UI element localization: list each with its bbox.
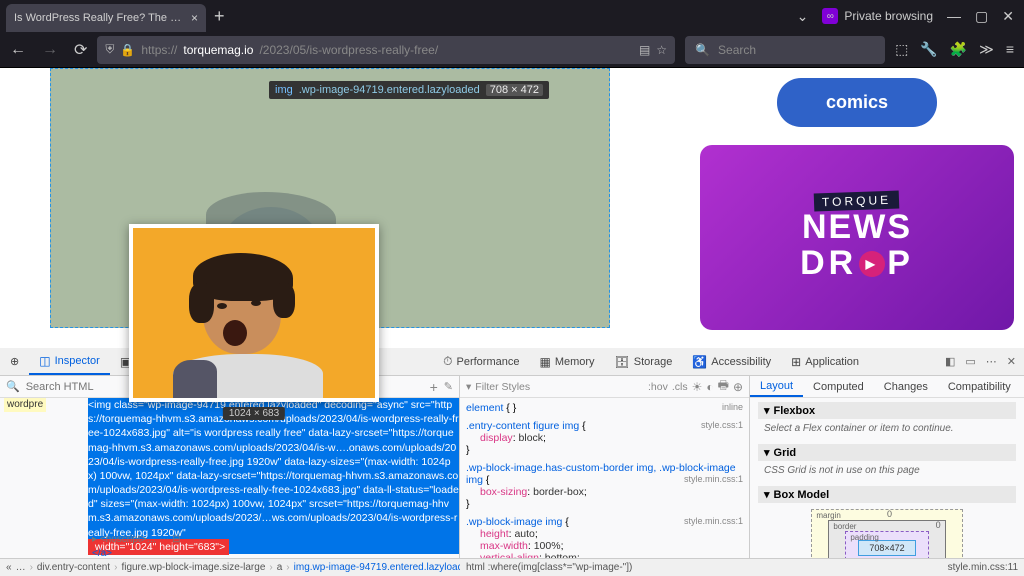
tab-application[interactable]: ⊞Application: [781, 348, 869, 375]
new-tab-button[interactable]: +: [214, 6, 225, 27]
layout-tab-compatibility[interactable]: Compatibility: [938, 376, 1021, 397]
reader-icon[interactable]: ▤: [639, 43, 650, 57]
cls-toggle[interactable]: .cls: [672, 381, 688, 393]
close-window-button[interactable]: ✕: [1002, 8, 1014, 25]
maximize-button[interactable]: ▢: [975, 8, 988, 25]
dock-icon[interactable]: ◧: [945, 355, 955, 368]
styles-panel: ▾ Filter Styles :hov .cls ☀ ◐ 🖶 ⊕ elemen…: [460, 376, 750, 576]
layout-tab-computed[interactable]: Computed: [803, 376, 874, 397]
breadcrumb-item[interactable]: div.entry-content: [37, 562, 110, 573]
hov-toggle[interactable]: :hov: [648, 381, 668, 393]
tab-memory[interactable]: ▦Memory: [529, 348, 604, 375]
lock-icon[interactable]: 🔒: [120, 43, 135, 57]
back-button[interactable]: ←: [10, 41, 26, 59]
html-panel: 🔍 + ✎ wordpre <img class="wp-image-94719…: [0, 376, 460, 576]
grid-header[interactable]: ▾ Grid: [758, 444, 1016, 461]
funnel-icon[interactable]: ▾: [466, 381, 471, 393]
extension-icon[interactable]: ⬚: [895, 41, 908, 58]
private-browsing-badge: ∞ Private browsing: [822, 8, 933, 24]
inspector-element-tooltip: img.wp-image-94719.entered.lazyloaded 70…: [269, 81, 549, 99]
tab-inspector[interactable]: ◫Inspector: [29, 348, 110, 375]
close-tab-icon[interactable]: ×: [191, 11, 198, 25]
css-rule[interactable]: .wp-block-image.has-custom-border img, .…: [466, 462, 743, 510]
minimize-button[interactable]: —: [947, 8, 961, 24]
chevron-down-icon[interactable]: ⌄: [797, 8, 809, 25]
sidebar: comics TORQUE NEWS DR▶P: [610, 68, 1024, 348]
tab-accessibility[interactable]: ♿Accessibility: [682, 348, 781, 375]
boxmodel-header[interactable]: ▾ Box Model: [758, 486, 1016, 503]
tab-title: Is WordPress Really Free? The Costs: [14, 12, 185, 24]
shield-icon[interactable]: ⛨: [105, 42, 114, 57]
mask-icon: ∞: [822, 8, 838, 24]
search-match-label: wordpre: [4, 398, 46, 412]
layout-panel: LayoutComputedChangesCompatibility ▾ Fle…: [750, 376, 1024, 576]
filter-styles-input[interactable]: Filter Styles: [475, 381, 644, 393]
menu-icon[interactable]: ≡: [1006, 41, 1014, 58]
responsive-icon[interactable]: ▭: [965, 355, 975, 368]
tab-performance[interactable]: ⏱Performance: [433, 348, 529, 375]
play-icon: ▶: [859, 251, 885, 277]
flexbox-header[interactable]: ▾ Flexbox: [758, 402, 1016, 419]
eyedropper-icon[interactable]: ✎: [444, 380, 453, 393]
more-icon[interactable]: ⊕: [733, 380, 743, 394]
layout-tab-layout[interactable]: Layout: [750, 376, 803, 397]
wrench-icon[interactable]: 🔧: [920, 41, 937, 58]
preview-dimensions: 1024 × 683: [223, 407, 285, 420]
browser-tab[interactable]: Is WordPress Really Free? The Costs ×: [6, 4, 206, 32]
url-input[interactable]: ⛨ 🔒 https://torquemag.io/2023/05/is-word…: [97, 36, 675, 64]
search-input[interactable]: 🔍 Search: [685, 36, 885, 64]
reload-button[interactable]: ⟳: [74, 40, 87, 60]
breadcrumb-item[interactable]: figure.wp-block-image.size-large: [121, 562, 265, 573]
overflow-icon[interactable]: ≫: [979, 41, 994, 58]
styles-breadcrumb: html :where(img[class*="wp-image-"]) sty…: [460, 558, 1024, 576]
css-rule[interactable]: element {inline }: [466, 402, 743, 414]
newsdrop-ad[interactable]: TORQUE NEWS DR▶P: [700, 145, 1014, 330]
light-icon[interactable]: ☀: [692, 380, 703, 394]
layout-tab-changes[interactable]: Changes: [874, 376, 938, 397]
print-icon[interactable]: 🖶: [718, 376, 729, 397]
element-picker-icon[interactable]: ⊕: [0, 348, 29, 375]
search-icon: 🔍: [695, 43, 710, 57]
breadcrumb-item[interactable]: img.wp-image-94719.entered.lazyloaded: [294, 562, 475, 573]
devtools-close-icon[interactable]: ✕: [1007, 355, 1016, 368]
breadcrumb-item[interactable]: …: [16, 562, 26, 573]
html-breadcrumb[interactable]: «… › div.entry-content › figure.wp-block…: [0, 558, 460, 576]
devtools-menu-icon[interactable]: ⋯: [986, 355, 997, 368]
forward-button[interactable]: →: [42, 41, 58, 59]
comics-button[interactable]: comics: [777, 78, 937, 127]
titlebar: Is WordPress Really Free? The Costs × + …: [0, 0, 1024, 32]
add-node-icon[interactable]: +: [430, 379, 438, 395]
html-tree[interactable]: wordpre <img class="wp-image-94719 enter…: [0, 398, 459, 576]
bookmark-icon[interactable]: ☆: [656, 43, 667, 57]
tab-storage[interactable]: 🗄Storage: [605, 348, 683, 375]
breadcrumb-item[interactable]: a: [277, 562, 283, 573]
puzzle-icon[interactable]: 🧩: [950, 41, 967, 58]
contrast-icon[interactable]: ◐: [706, 380, 713, 394]
element-preview-popup: 1024 × 683: [129, 224, 379, 402]
css-rule[interactable]: .entry-content figure img {style.css:1di…: [466, 420, 743, 456]
address-bar: ← → ⟳ ⛨ 🔒 https://torquemag.io/2023/05/i…: [0, 32, 1024, 68]
